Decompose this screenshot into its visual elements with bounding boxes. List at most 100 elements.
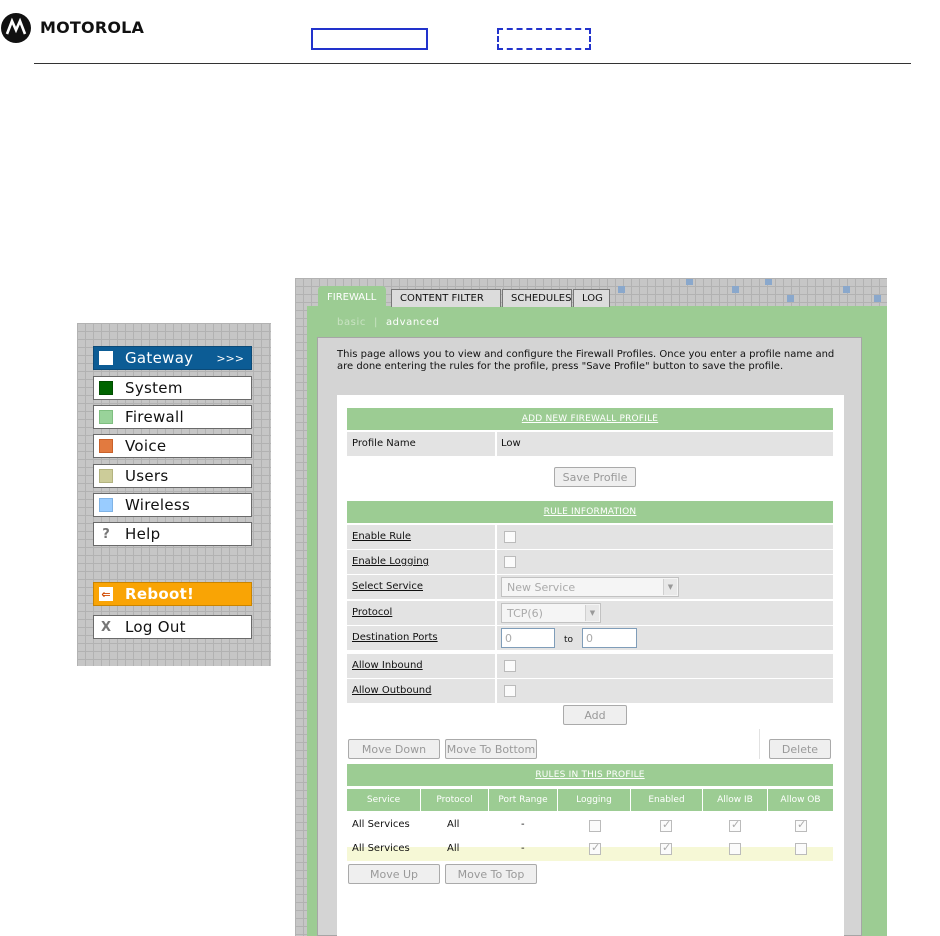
tab-firewall[interactable]: FIREWALL [318, 286, 386, 307]
reboot-label: Reboot! [125, 585, 195, 603]
port-to-label: to [564, 635, 574, 645]
select-service-label[interactable]: Select Service [352, 581, 423, 592]
nav-item-gateway[interactable]: Gateway >>> [93, 346, 252, 370]
save-profile-button[interactable]: Save Profile [554, 467, 636, 487]
add-rule-button[interactable]: Add [563, 705, 627, 725]
rule-protocol: All [447, 819, 460, 830]
rule-service: All Services [352, 843, 410, 854]
voice-square-icon [99, 439, 113, 453]
move-down-button[interactable]: Move Down [348, 739, 440, 759]
col-header-logging: Logging [558, 789, 631, 811]
nav-item-wireless[interactable]: Wireless [93, 493, 252, 517]
add-profile-title[interactable]: ADD NEW FIREWALL PROFILE [522, 414, 658, 424]
chevron-down-icon: ▼ [585, 605, 599, 621]
allow-inbound-row: Allow Inbound [347, 654, 833, 678]
tab-schedules[interactable]: SCHEDULES [502, 289, 572, 307]
row-divider [495, 525, 497, 549]
dest-ports-row: Destination Ports 0 to 0 [347, 626, 833, 650]
nav-item-label: Gateway [125, 349, 194, 367]
protocol-row: Protocol TCP(6) ▼ [347, 601, 833, 625]
decor-square [843, 286, 850, 293]
subtab-separator: | [373, 317, 378, 328]
row-divider [495, 679, 497, 703]
chevron-down-icon: ▼ [663, 579, 677, 595]
nav-item-label: Users [125, 467, 169, 485]
service-select[interactable]: New Service ▼ [501, 577, 679, 597]
row-divider [495, 601, 497, 625]
rule-logging-checkbox[interactable] [589, 820, 601, 832]
subtab-advanced[interactable]: advanced [386, 317, 440, 328]
actions-divider [759, 729, 760, 759]
move-up-button[interactable]: Move Up [348, 864, 440, 884]
rule-allow-ib-checkbox[interactable] [729, 843, 741, 855]
nav-item-firewall[interactable]: Firewall [93, 405, 252, 429]
rules-table-title[interactable]: RULES IN THIS PROFILE [535, 770, 644, 780]
rule-info-title[interactable]: RULE INFORMATION [544, 507, 637, 517]
gateway-square-icon [99, 351, 113, 365]
enable-logging-checkbox[interactable] [504, 556, 516, 568]
rule-allow-ob-checkbox[interactable] [795, 843, 807, 855]
allow-outbound-label[interactable]: Allow Outbound [352, 685, 432, 696]
port-to-input[interactable]: 0 [582, 628, 637, 648]
tab-log[interactable]: LOG [573, 289, 610, 307]
row-divider [495, 575, 497, 599]
add-profile-header: ADD NEW FIREWALL PROFILE [347, 408, 833, 430]
rule-logging-checkbox[interactable] [589, 841, 601, 855]
header-dashed-box [497, 28, 591, 50]
users-square-icon [99, 469, 113, 483]
allow-outbound-row: Allow Outbound [347, 679, 833, 703]
nav-item-help[interactable]: ? Help [93, 522, 252, 546]
nav-item-system[interactable]: System [93, 376, 252, 400]
system-square-icon [99, 381, 113, 395]
expand-arrows-icon: >>> [216, 351, 244, 365]
port-from-input[interactable]: 0 [501, 628, 555, 648]
nav-item-users[interactable]: Users [93, 464, 252, 488]
nav-item-label: Firewall [125, 408, 184, 426]
protocol-label[interactable]: Protocol [352, 607, 392, 618]
allow-inbound-checkbox[interactable] [504, 660, 516, 672]
rule-allow-ob-checkbox[interactable] [795, 818, 807, 832]
tab-content-filter[interactable]: CONTENT FILTER [391, 289, 501, 307]
decor-square [686, 279, 693, 285]
header-placeholder-box [311, 28, 428, 50]
rule-service: All Services [352, 819, 410, 830]
motorola-logo-icon [1, 13, 31, 43]
rule-port-range: - [521, 819, 525, 830]
enable-rule-checkbox[interactable] [504, 531, 516, 543]
logout-button[interactable]: X Log Out [93, 615, 252, 639]
col-header-allow-ib: Allow IB [703, 789, 768, 811]
protocol-select[interactable]: TCP(6) ▼ [501, 603, 601, 623]
rule-enabled-checkbox[interactable] [660, 818, 672, 832]
rule-port-range: - [521, 843, 525, 854]
nav-item-label: Voice [125, 437, 167, 455]
delete-button[interactable]: Delete [769, 739, 831, 759]
decor-square [765, 279, 772, 285]
subtab-basic[interactable]: basic [337, 317, 366, 328]
enable-rule-label[interactable]: Enable Rule [352, 531, 411, 542]
header-divider [34, 63, 911, 64]
row-divider [495, 626, 497, 650]
allow-outbound-checkbox[interactable] [504, 685, 516, 697]
dest-ports-label[interactable]: Destination Ports [352, 632, 438, 643]
intro-text: This page allows you to view and configu… [337, 349, 835, 372]
reboot-arrow-icon: ⇐ [99, 587, 113, 601]
decor-square [787, 295, 794, 302]
col-header-protocol: Protocol [421, 789, 489, 811]
profile-name-value: Low [501, 438, 521, 449]
decor-square [618, 286, 625, 293]
move-to-bottom-button[interactable]: Move To Bottom [445, 739, 537, 759]
move-to-top-button[interactable]: Move To Top [445, 864, 537, 884]
allow-inbound-label[interactable]: Allow Inbound [352, 660, 423, 671]
col-header-service: Service [347, 789, 421, 811]
reboot-button[interactable]: ⇐ Reboot! [93, 582, 252, 606]
enable-logging-label[interactable]: Enable Logging [352, 556, 429, 567]
logout-x-icon: X [100, 619, 112, 635]
rules-table-header: RULES IN THIS PROFILE [347, 764, 833, 786]
rule-enabled-checkbox[interactable] [660, 841, 672, 855]
nav-item-label: System [125, 379, 183, 397]
rule-allow-ib-checkbox[interactable] [729, 818, 741, 832]
enable-rule-row: Enable Rule [347, 525, 833, 549]
nav-item-label: Wireless [125, 496, 191, 514]
nav-item-voice[interactable]: Voice [93, 434, 252, 458]
decor-square [732, 286, 739, 293]
